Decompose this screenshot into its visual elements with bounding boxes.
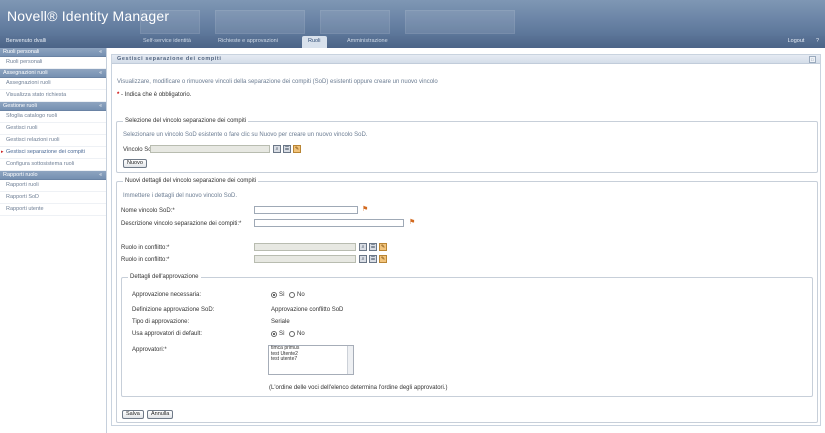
header-decoration [320,10,390,34]
header-decoration [140,10,200,34]
yes-label: Sì [279,292,285,298]
sidebar-item-request-status[interactable]: Visualizza stato richiesta [0,90,106,102]
required-note: * - Indica che è obbligatorio. [117,92,192,98]
edit-icon[interactable]: ✎ [379,243,387,251]
sidebar-item-configure-subsystem[interactable]: Configura sottosistema ruoli [0,159,106,171]
sidebar-section-my-roles[interactable]: Ruoli personali « [0,48,106,57]
search-icon[interactable]: ⌕ [273,145,281,153]
sidebar-section-role-management[interactable]: Gestione ruoli « [0,102,106,111]
conflict-role-1-label: Ruolo in conflitto:* [121,245,170,251]
help-icon[interactable]: ? [816,38,819,44]
welcome-text: Benvenuto dvalli [6,38,47,44]
history-icon[interactable]: ☰ [283,145,291,153]
nav-bar: Benvenuto dvalli Self-service identità R… [0,36,825,48]
sidebar-item-sod-reports[interactable]: Rapporti SoD [0,192,106,204]
name-label: Nome vincolo SoD:* [121,208,175,214]
sod-constraint-field[interactable] [150,145,270,153]
tab-administration[interactable]: Amministrazione [347,38,388,44]
constraint-description-input[interactable] [254,219,404,227]
tab-self-service[interactable]: Self-service identità [143,38,191,44]
use-default-approvers-label: Usa approvatori di default: [132,331,203,337]
sidebar-item-role-relationships[interactable]: Gestisci relazioni ruoli [0,135,106,147]
approvers-label: Approvatori:* [132,347,167,353]
conflict-role-1-field[interactable] [254,243,356,251]
active-marker-icon: ▸ [1,149,4,155]
approval-definition-label: Definizione approvazione SoD: [132,307,215,313]
intro-text: Visualizzare, modificare o rimuovere vin… [117,79,438,85]
scrollbar[interactable] [347,346,353,374]
collapse-icon[interactable]: « [99,48,102,57]
cancel-button[interactable]: Annulla [147,410,174,419]
constraint-name-input[interactable] [254,206,358,214]
conflict-role-2-field[interactable] [254,255,356,263]
section-hint: Selezionare un vincolo SoD esistente o f… [123,132,368,138]
history-icon[interactable]: ☰ [369,255,377,263]
sidebar-item-role-assignments[interactable]: Assegnazioni ruoli [0,78,106,90]
conflict-role-2-label: Ruolo in conflitto:* [121,257,170,263]
logout-link[interactable]: Logout [788,38,805,44]
approval-definition-value: Approvazione conflitto SoD [271,307,344,313]
collapse-icon[interactable]: « [99,102,102,111]
approval-type-value: Seriale [271,319,290,325]
localize-icon[interactable]: ⚑ [409,218,419,227]
header-decoration [405,10,515,34]
constraint-details-section: Nuovi dettagli del vincolo separazione d… [116,178,818,423]
no-label: No [297,292,305,298]
sidebar-item-separation-of-duties[interactable]: ▸ Gestisci separazione dei compiti [0,147,106,159]
collapse-icon[interactable]: « [99,69,102,78]
section-legend: Nuovi dettagli del vincolo separazione d… [123,178,259,184]
use-default-no-radio[interactable] [289,331,295,337]
section-legend: Selezione del vincolo separazione dei co… [123,118,249,124]
approval-required-no-radio[interactable] [289,292,295,298]
description-label: Descrizione vincolo separazione dei comp… [121,221,242,227]
edit-icon[interactable]: ✎ [293,145,301,153]
save-button[interactable]: Salva [122,410,144,419]
edit-icon[interactable]: ✎ [379,255,387,263]
approval-required-yes-radio[interactable] [271,292,277,298]
approvers-order-note: (L'ordine delle voci dell'elenco determi… [269,385,448,391]
page-title: Gestisci separazione dei compiti □ [112,55,820,64]
approval-type-label: Tipo di approvazione: [132,319,190,325]
tab-requests-approvals[interactable]: Richieste e approvazioni [218,38,278,44]
section-legend: Dettagli dell'approvazione [128,274,201,280]
localize-icon[interactable]: ⚑ [362,205,372,214]
sidebar-item-manage-roles[interactable]: Gestisci ruoli [0,123,106,135]
no-label: No [297,331,305,337]
sidebar-item-role-reports[interactable]: Rapporti ruoli [0,180,106,192]
tab-roles[interactable]: Ruoli [302,36,327,48]
main-panel: Gestisci separazione dei compiti □ Visua… [111,54,821,426]
list-item[interactable]: test utente7 [269,356,353,363]
app-header: Novell® Identity Manager [0,0,825,36]
nav-right: Logout ? [778,38,819,44]
sidebar-item-browse-catalog[interactable]: Sfoglia catalogo ruoli [0,111,106,123]
sidebar-section-role-reports[interactable]: Rapporti ruolo « [0,171,106,180]
new-button[interactable]: Nuovo [123,159,147,168]
section-hint: Immettere i dettagli del nuovo vincolo S… [123,193,238,199]
select-constraint-section: Selezione del vincolo separazione dei co… [116,118,818,173]
collapse-icon[interactable]: « [99,171,102,180]
yes-label: Sì [279,331,285,337]
search-icon[interactable]: ⌕ [359,243,367,251]
sidebar-section-role-assignments[interactable]: Assegnazioni ruoli « [0,69,106,78]
approvers-list[interactable]: timca primus test Utente2 test utente7 [268,345,354,375]
history-icon[interactable]: ☰ [369,243,377,251]
maximize-icon[interactable]: □ [809,56,816,63]
sidebar-item-my-roles[interactable]: Ruoli personali [0,57,106,69]
sidebar-item-user-reports[interactable]: Rapporti utente [0,204,106,216]
header-decoration [215,10,305,34]
search-icon[interactable]: ⌕ [359,255,367,263]
approval-details-section: Dettagli dell'approvazione Approvazione … [121,274,813,397]
approval-required-label: Approvazione necessaria: [132,292,202,298]
sidebar: Ruoli personali « Ruoli personali Assegn… [0,48,107,433]
use-default-yes-radio[interactable] [271,331,277,337]
